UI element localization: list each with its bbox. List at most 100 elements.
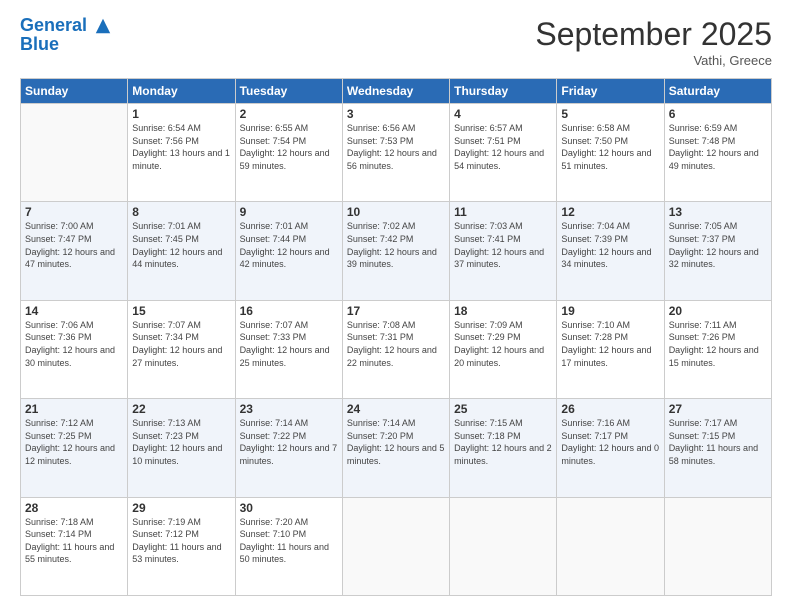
cell-w5-d2: 29Sunrise: 7:19 AMSunset: 7:12 PMDayligh…: [128, 497, 235, 595]
location: Vathi, Greece: [535, 53, 772, 68]
day-info: Sunrise: 6:56 AMSunset: 7:53 PMDaylight:…: [347, 122, 445, 172]
day-number: 4: [454, 107, 552, 121]
day-number: 15: [132, 304, 230, 318]
day-number: 7: [25, 205, 123, 219]
page: General Blue September 2025 Vathi, Greec…: [0, 0, 792, 612]
cell-w4-d1: 21Sunrise: 7:12 AMSunset: 7:25 PMDayligh…: [21, 399, 128, 497]
day-number: 30: [240, 501, 338, 515]
col-saturday: Saturday: [664, 79, 771, 104]
day-info: Sunrise: 6:55 AMSunset: 7:54 PMDaylight:…: [240, 122, 338, 172]
day-number: 13: [669, 205, 767, 219]
day-info: Sunrise: 7:16 AMSunset: 7:17 PMDaylight:…: [561, 417, 659, 467]
day-info: Sunrise: 7:01 AMSunset: 7:45 PMDaylight:…: [132, 220, 230, 270]
logo-text: General: [20, 16, 112, 36]
cell-w4-d6: 26Sunrise: 7:16 AMSunset: 7:17 PMDayligh…: [557, 399, 664, 497]
day-info: Sunrise: 7:11 AMSunset: 7:26 PMDaylight:…: [669, 319, 767, 369]
day-info: Sunrise: 7:09 AMSunset: 7:29 PMDaylight:…: [454, 319, 552, 369]
day-number: 26: [561, 402, 659, 416]
cell-w2-d3: 9Sunrise: 7:01 AMSunset: 7:44 PMDaylight…: [235, 202, 342, 300]
day-info: Sunrise: 7:17 AMSunset: 7:15 PMDaylight:…: [669, 417, 767, 467]
cell-w1-d1: [21, 104, 128, 202]
week-row-3: 14Sunrise: 7:06 AMSunset: 7:36 PMDayligh…: [21, 300, 772, 398]
cell-w1-d5: 4Sunrise: 6:57 AMSunset: 7:51 PMDaylight…: [450, 104, 557, 202]
day-info: Sunrise: 7:14 AMSunset: 7:20 PMDaylight:…: [347, 417, 445, 467]
logo-icon: [94, 17, 112, 35]
cell-w3-d4: 17Sunrise: 7:08 AMSunset: 7:31 PMDayligh…: [342, 300, 449, 398]
day-info: Sunrise: 7:07 AMSunset: 7:34 PMDaylight:…: [132, 319, 230, 369]
day-info: Sunrise: 7:01 AMSunset: 7:44 PMDaylight:…: [240, 220, 338, 270]
logo: General Blue: [20, 16, 112, 55]
col-sunday: Sunday: [21, 79, 128, 104]
calendar-table: Sunday Monday Tuesday Wednesday Thursday…: [20, 78, 772, 596]
cell-w2-d5: 11Sunrise: 7:03 AMSunset: 7:41 PMDayligh…: [450, 202, 557, 300]
day-number: 10: [347, 205, 445, 219]
day-info: Sunrise: 7:10 AMSunset: 7:28 PMDaylight:…: [561, 319, 659, 369]
day-number: 1: [132, 107, 230, 121]
day-info: Sunrise: 6:54 AMSunset: 7:56 PMDaylight:…: [132, 122, 230, 172]
day-number: 19: [561, 304, 659, 318]
day-info: Sunrise: 6:59 AMSunset: 7:48 PMDaylight:…: [669, 122, 767, 172]
day-number: 14: [25, 304, 123, 318]
day-info: Sunrise: 6:58 AMSunset: 7:50 PMDaylight:…: [561, 122, 659, 172]
day-info: Sunrise: 7:18 AMSunset: 7:14 PMDaylight:…: [25, 516, 123, 566]
cell-w5-d7: [664, 497, 771, 595]
col-thursday: Thursday: [450, 79, 557, 104]
day-number: 5: [561, 107, 659, 121]
day-info: Sunrise: 7:03 AMSunset: 7:41 PMDaylight:…: [454, 220, 552, 270]
cell-w3-d3: 16Sunrise: 7:07 AMSunset: 7:33 PMDayligh…: [235, 300, 342, 398]
day-number: 11: [454, 205, 552, 219]
cell-w4-d5: 25Sunrise: 7:15 AMSunset: 7:18 PMDayligh…: [450, 399, 557, 497]
day-info: Sunrise: 7:06 AMSunset: 7:36 PMDaylight:…: [25, 319, 123, 369]
cell-w5-d6: [557, 497, 664, 595]
day-info: Sunrise: 7:19 AMSunset: 7:12 PMDaylight:…: [132, 516, 230, 566]
day-number: 21: [25, 402, 123, 416]
cell-w2-d4: 10Sunrise: 7:02 AMSunset: 7:42 PMDayligh…: [342, 202, 449, 300]
cell-w4-d2: 22Sunrise: 7:13 AMSunset: 7:23 PMDayligh…: [128, 399, 235, 497]
day-info: Sunrise: 7:04 AMSunset: 7:39 PMDaylight:…: [561, 220, 659, 270]
week-row-4: 21Sunrise: 7:12 AMSunset: 7:25 PMDayligh…: [21, 399, 772, 497]
week-row-2: 7Sunrise: 7:00 AMSunset: 7:47 PMDaylight…: [21, 202, 772, 300]
day-number: 16: [240, 304, 338, 318]
cell-w3-d2: 15Sunrise: 7:07 AMSunset: 7:34 PMDayligh…: [128, 300, 235, 398]
day-number: 23: [240, 402, 338, 416]
day-number: 18: [454, 304, 552, 318]
col-wednesday: Wednesday: [342, 79, 449, 104]
logo-blue: Blue: [20, 34, 112, 55]
cell-w3-d5: 18Sunrise: 7:09 AMSunset: 7:29 PMDayligh…: [450, 300, 557, 398]
day-number: 22: [132, 402, 230, 416]
cell-w3-d1: 14Sunrise: 7:06 AMSunset: 7:36 PMDayligh…: [21, 300, 128, 398]
day-number: 12: [561, 205, 659, 219]
day-info: Sunrise: 7:02 AMSunset: 7:42 PMDaylight:…: [347, 220, 445, 270]
day-info: Sunrise: 7:07 AMSunset: 7:33 PMDaylight:…: [240, 319, 338, 369]
day-info: Sunrise: 7:13 AMSunset: 7:23 PMDaylight:…: [132, 417, 230, 467]
day-number: 8: [132, 205, 230, 219]
cell-w2-d6: 12Sunrise: 7:04 AMSunset: 7:39 PMDayligh…: [557, 202, 664, 300]
cell-w2-d7: 13Sunrise: 7:05 AMSunset: 7:37 PMDayligh…: [664, 202, 771, 300]
day-number: 6: [669, 107, 767, 121]
cell-w4-d4: 24Sunrise: 7:14 AMSunset: 7:20 PMDayligh…: [342, 399, 449, 497]
day-number: 27: [669, 402, 767, 416]
cell-w5-d1: 28Sunrise: 7:18 AMSunset: 7:14 PMDayligh…: [21, 497, 128, 595]
calendar-header-row: Sunday Monday Tuesday Wednesday Thursday…: [21, 79, 772, 104]
col-friday: Friday: [557, 79, 664, 104]
day-number: 17: [347, 304, 445, 318]
cell-w1-d7: 6Sunrise: 6:59 AMSunset: 7:48 PMDaylight…: [664, 104, 771, 202]
day-info: Sunrise: 7:14 AMSunset: 7:22 PMDaylight:…: [240, 417, 338, 467]
col-tuesday: Tuesday: [235, 79, 342, 104]
cell-w5-d5: [450, 497, 557, 595]
cell-w3-d7: 20Sunrise: 7:11 AMSunset: 7:26 PMDayligh…: [664, 300, 771, 398]
day-number: 9: [240, 205, 338, 219]
cell-w3-d6: 19Sunrise: 7:10 AMSunset: 7:28 PMDayligh…: [557, 300, 664, 398]
day-number: 29: [132, 501, 230, 515]
day-info: Sunrise: 7:00 AMSunset: 7:47 PMDaylight:…: [25, 220, 123, 270]
cell-w5-d3: 30Sunrise: 7:20 AMSunset: 7:10 PMDayligh…: [235, 497, 342, 595]
day-number: 25: [454, 402, 552, 416]
day-info: Sunrise: 6:57 AMSunset: 7:51 PMDaylight:…: [454, 122, 552, 172]
day-info: Sunrise: 7:20 AMSunset: 7:10 PMDaylight:…: [240, 516, 338, 566]
week-row-1: 1Sunrise: 6:54 AMSunset: 7:56 PMDaylight…: [21, 104, 772, 202]
day-info: Sunrise: 7:08 AMSunset: 7:31 PMDaylight:…: [347, 319, 445, 369]
day-number: 3: [347, 107, 445, 121]
cell-w5-d4: [342, 497, 449, 595]
day-number: 24: [347, 402, 445, 416]
cell-w2-d2: 8Sunrise: 7:01 AMSunset: 7:45 PMDaylight…: [128, 202, 235, 300]
